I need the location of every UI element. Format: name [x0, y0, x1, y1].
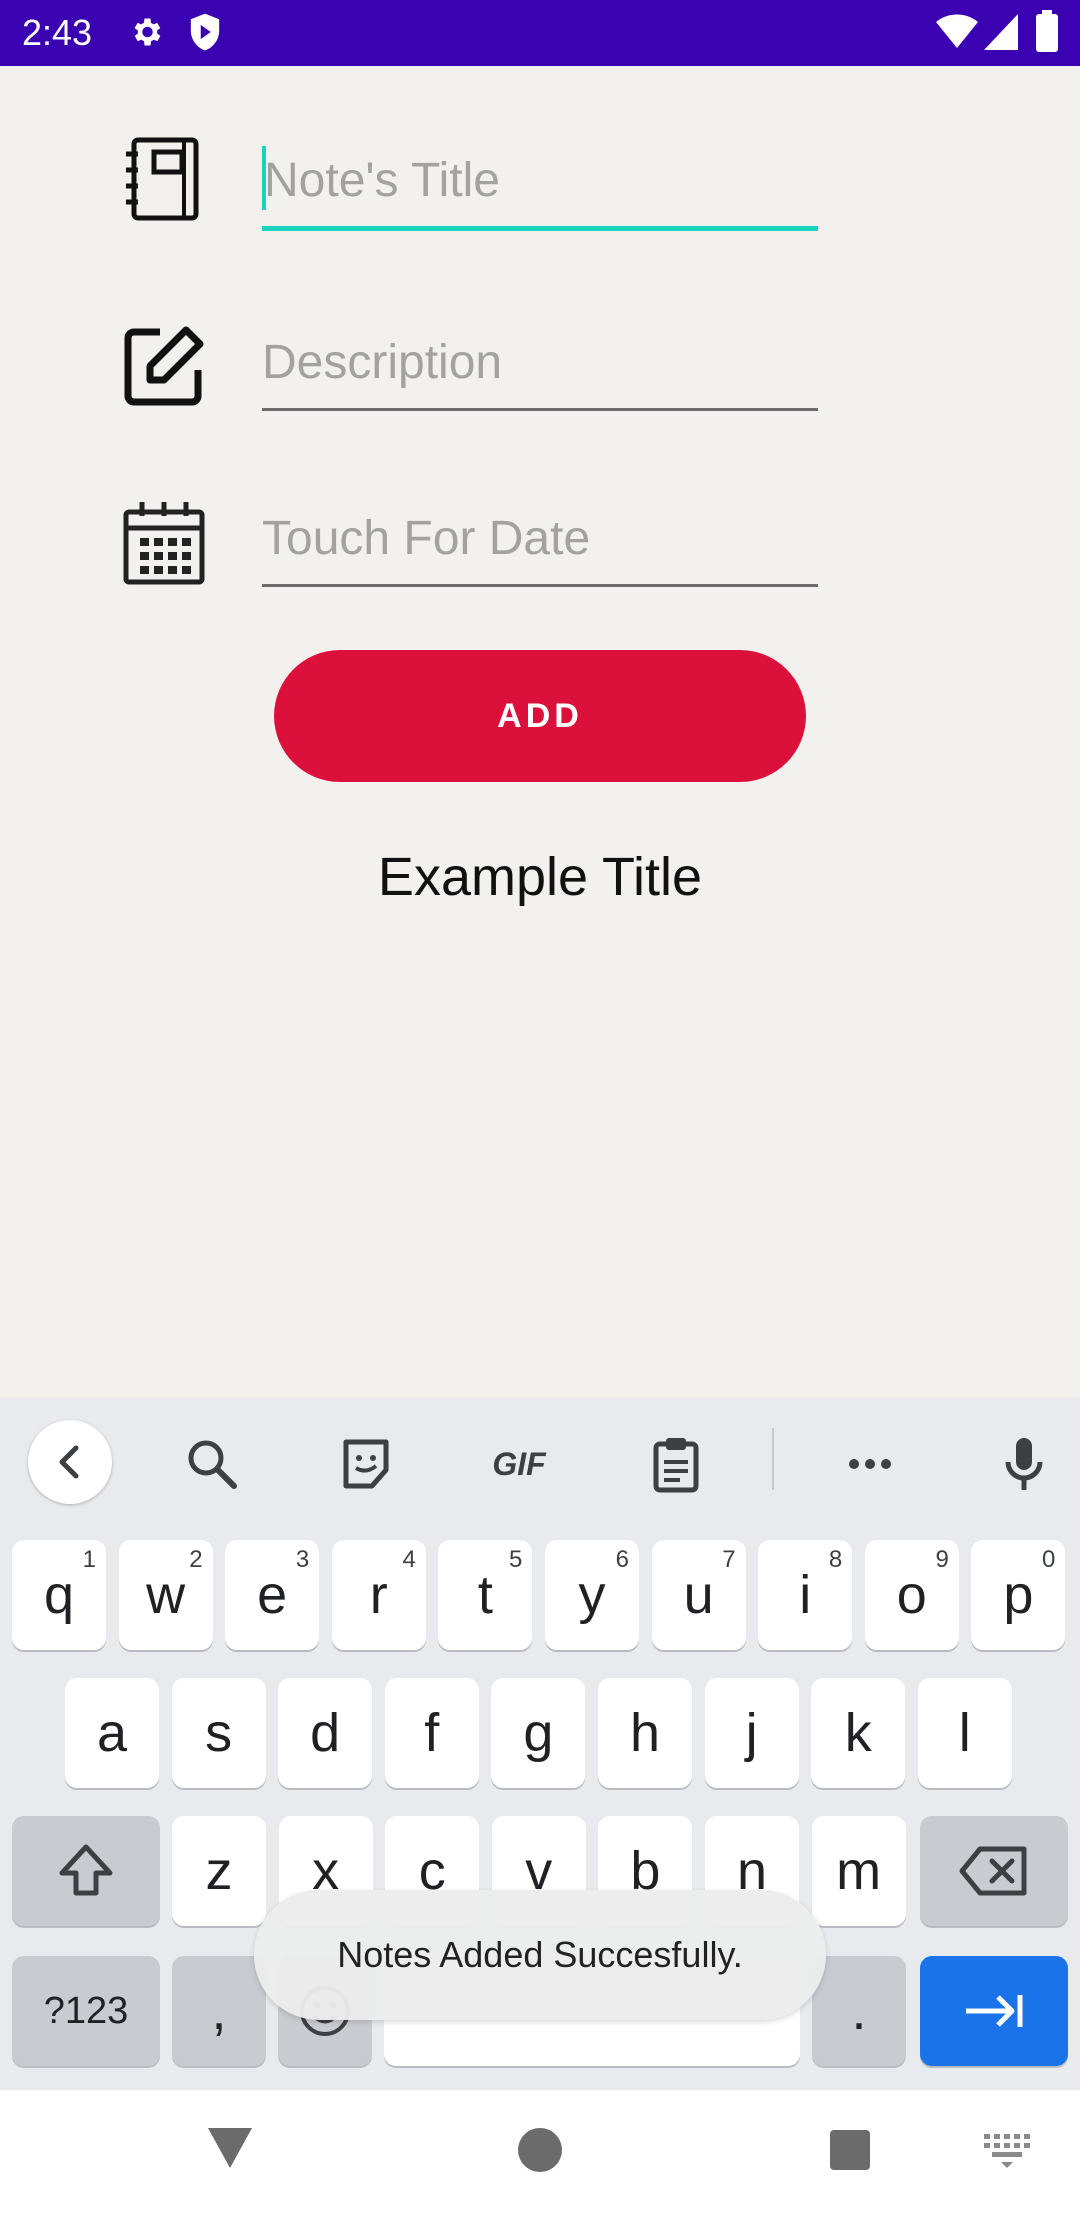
key-o[interactable]: o9 — [864, 1540, 959, 1650]
key-w[interactable]: w2 — [118, 1540, 213, 1650]
key-j[interactable]: j — [704, 1678, 799, 1788]
key-g[interactable]: g — [491, 1678, 586, 1788]
wifi-icon — [936, 14, 978, 48]
status-bar: 2:43 — [0, 0, 1080, 66]
edit-icon — [124, 326, 204, 406]
description-placeholder: Description — [262, 336, 503, 389]
key-label: a — [96, 1703, 128, 1763]
key-d[interactable]: d — [278, 1678, 373, 1788]
key-f[interactable]: f — [384, 1678, 479, 1788]
clipboard-icon[interactable] — [646, 1434, 706, 1494]
key-label: s — [205, 1703, 233, 1763]
key-label: i — [799, 1565, 812, 1625]
shift-key[interactable] — [12, 1816, 160, 1926]
period-key[interactable]: . — [812, 1956, 906, 2066]
key-hint: 5 — [509, 1546, 523, 1573]
note-title-placeholder: Note's Title — [264, 154, 500, 207]
enter-key[interactable] — [920, 1956, 1068, 2066]
key-k[interactable]: k — [811, 1678, 906, 1788]
key-hint: 9 — [935, 1546, 949, 1573]
key-m[interactable]: m — [811, 1816, 906, 1926]
key-hint: 6 — [615, 1546, 629, 1573]
key-h[interactable]: h — [598, 1678, 692, 1788]
key-a[interactable]: a — [65, 1678, 159, 1788]
nav-home-icon[interactable] — [518, 2128, 562, 2172]
key-label: k — [844, 1703, 872, 1763]
key-label: f — [424, 1703, 440, 1763]
calendar-icon — [123, 502, 205, 585]
backspace-key[interactable] — [920, 1816, 1068, 1926]
date-placeholder: Touch For Date — [262, 512, 591, 565]
back-icon — [59, 1445, 79, 1479]
example-title: Example Title — [377, 847, 703, 907]
gear-icon — [134, 18, 161, 46]
note-title-field[interactable]: Note's Title — [262, 140, 818, 231]
key-label: q — [43, 1565, 75, 1625]
key-y[interactable]: y6 — [545, 1540, 639, 1650]
key-hint: 8 — [828, 1546, 843, 1573]
key-i[interactable]: i8 — [758, 1540, 853, 1650]
key-s[interactable]: s — [171, 1678, 266, 1788]
key-label: e — [257, 1565, 288, 1625]
key-label: y — [578, 1565, 606, 1625]
key-label: w — [146, 1565, 186, 1625]
key-q[interactable]: q1 — [12, 1540, 106, 1650]
key-label: r — [369, 1565, 388, 1625]
key-label: z — [205, 1841, 233, 1901]
nav-recents-icon[interactable] — [830, 2130, 870, 2170]
key-label: m — [836, 1841, 882, 1901]
key-hint: 1 — [82, 1546, 96, 1573]
key-label: o — [896, 1565, 927, 1625]
battery-icon — [1036, 10, 1058, 52]
keyboard-switch-icon[interactable] — [984, 2134, 1030, 2168]
key-label: p — [1003, 1565, 1034, 1625]
key-p[interactable]: p0 — [971, 1540, 1066, 1650]
search-icon[interactable] — [182, 1434, 242, 1494]
gif-icon[interactable]: GIF — [484, 1434, 554, 1494]
next-field-icon — [966, 1995, 1023, 2027]
keyboard-back-button[interactable] — [28, 1420, 112, 1504]
description-field[interactable]: Description — [262, 322, 818, 411]
key-label: j — [745, 1703, 758, 1763]
key-hint: 2 — [189, 1546, 203, 1573]
keyboard-toolbar: GIF — [0, 1398, 1080, 1528]
nav-back-icon[interactable] — [206, 2126, 254, 2170]
notebook-icon — [126, 137, 199, 221]
date-field[interactable]: Touch For Date — [262, 498, 818, 587]
key-hint: 0 — [1042, 1546, 1056, 1573]
key-hint: 3 — [295, 1546, 310, 1573]
key-l[interactable]: l — [917, 1678, 1012, 1788]
key-label: t — [477, 1565, 493, 1625]
shift-icon — [59, 1844, 113, 1896]
key-u[interactable]: u7 — [651, 1540, 746, 1650]
key-hint: 7 — [722, 1546, 736, 1573]
navigation-bar — [0, 2090, 1080, 2220]
key-label: g — [523, 1703, 554, 1763]
sticker-icon[interactable] — [336, 1434, 396, 1494]
status-time: 2:43 — [22, 12, 93, 53]
key-r[interactable]: r4 — [331, 1540, 426, 1650]
key-hint: 4 — [402, 1546, 416, 1573]
more-icon[interactable] — [840, 1434, 900, 1494]
toolbar-divider — [772, 1428, 774, 1490]
key-t[interactable]: t5 — [438, 1540, 533, 1650]
comma-key[interactable]: , — [172, 1956, 266, 2066]
add-button[interactable]: ADD — [274, 650, 806, 782]
symbols-key[interactable]: ?123 — [12, 1956, 160, 2066]
backspace-icon — [959, 1846, 1027, 1896]
mic-icon[interactable] — [994, 1434, 1054, 1494]
key-e[interactable]: e3 — [225, 1540, 320, 1650]
key-label: h — [629, 1703, 661, 1763]
key-label: d — [310, 1703, 341, 1763]
key-z[interactable]: z — [172, 1816, 266, 1926]
shield-icon — [190, 13, 220, 51]
signal-icon — [984, 14, 1018, 50]
key-label: u — [683, 1565, 714, 1625]
toast-message: Notes Added Succesfully. — [254, 1890, 826, 2020]
key-label: l — [958, 1703, 971, 1763]
